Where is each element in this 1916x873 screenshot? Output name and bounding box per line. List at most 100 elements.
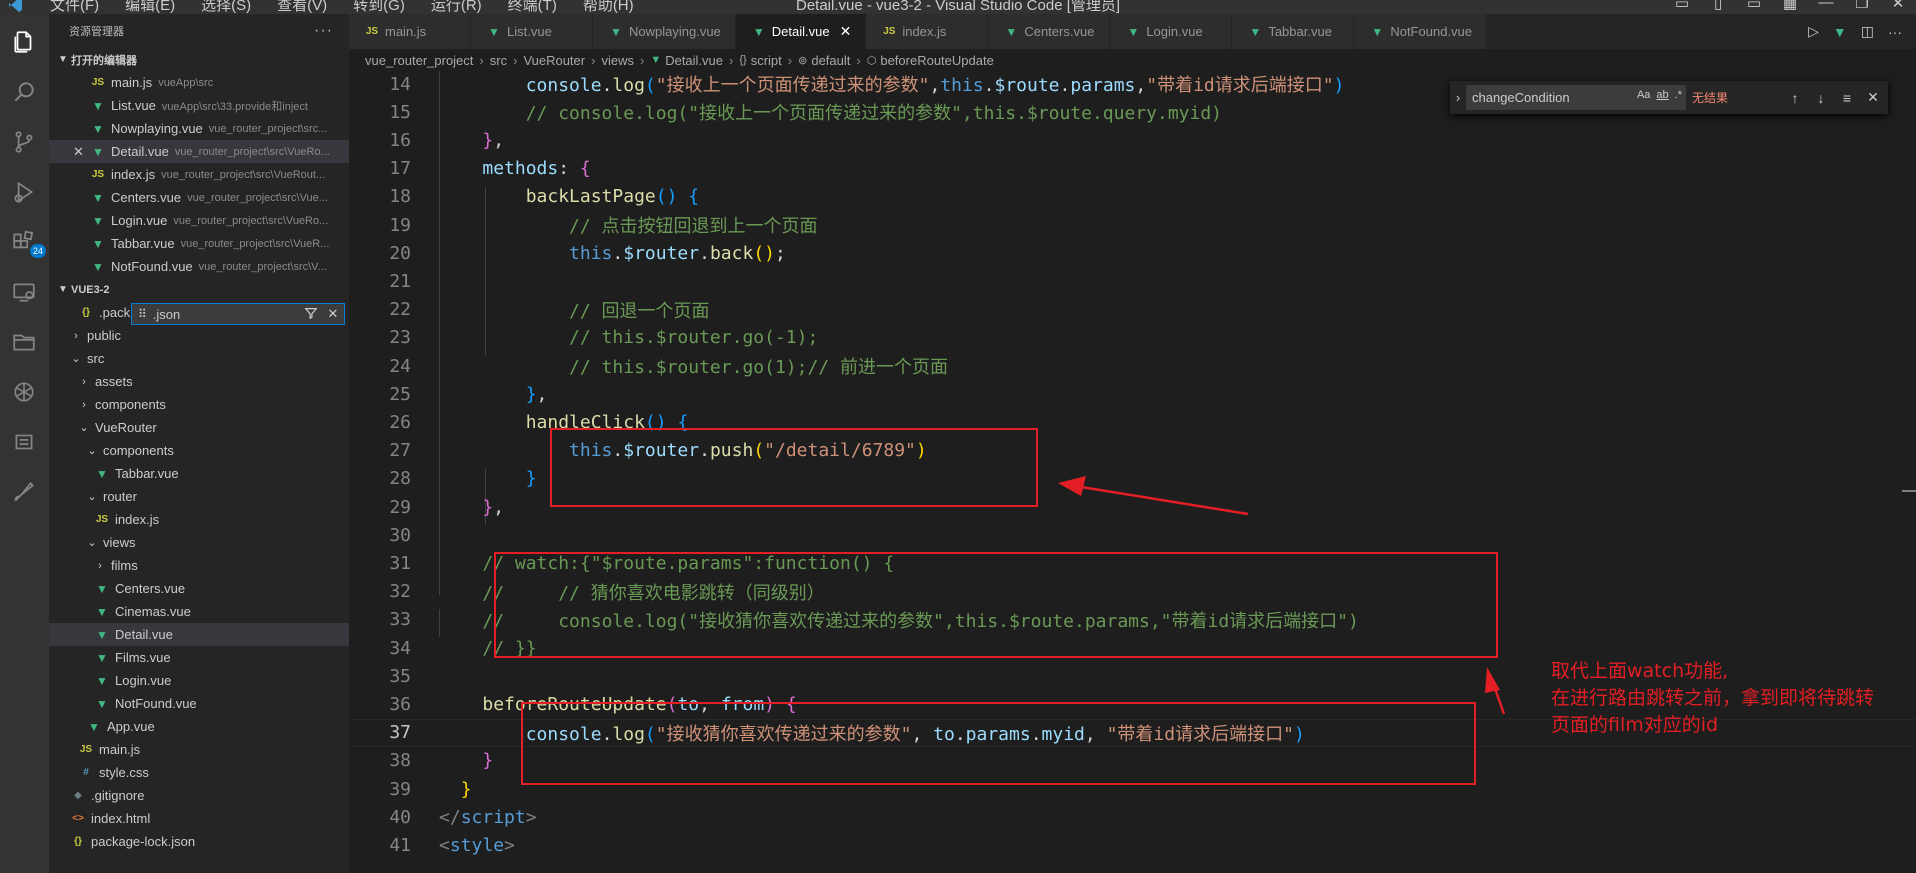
open-editors-header[interactable]: ▼ 打开的编辑器 [49,48,349,71]
remote-explorer-icon[interactable] [10,278,38,306]
open-editor-item[interactable]: ▼ Tabbar.vue vue_router_project\src\VueR..… [49,232,349,255]
code-line[interactable]: 19 // 点击按钮回退到上一个页面 [349,211,1916,239]
close-icon[interactable]: ✕ [73,144,84,160]
find-input[interactable]: changeCondition Aa ab .* [1466,85,1686,110]
scrollbar-marker[interactable] [1902,490,1916,492]
code-line[interactable]: 40 </script> [349,803,1916,831]
menu-item[interactable]: 文件(F) [50,0,99,14]
tree-item[interactable]: {} package-lock.json [49,830,349,853]
tree-item[interactable]: › components [49,393,349,416]
tree-item[interactable]: ⌄ src [49,347,349,370]
tree-item[interactable]: ⌄ components [49,439,349,462]
explorer-filter-input[interactable]: ⠿ .json ✕ [131,303,345,325]
code-line[interactable]: 23 // this.$router.go(-1); [349,324,1916,352]
tree-item-package-json[interactable]: {} .pack ⠿ .json ✕ [49,301,349,325]
brush-icon[interactable] [10,478,38,506]
tab-login-vue[interactable]: ▼ Login.vue [1110,14,1233,49]
tree-item[interactable]: ⌄ router [49,485,349,508]
open-editor-item[interactable]: JS index.js vue_router_project\src\VueRout… [49,163,349,186]
workspace-header[interactable]: ▼ VUE3-2 [49,278,349,301]
tree-item[interactable]: <> index.html [49,807,349,830]
vue-preview-icon[interactable]: ▼ [1833,24,1847,40]
toggle-replace-icon[interactable]: › [1450,90,1466,105]
close-window-button[interactable]: ✕ [1880,0,1916,12]
run-debug-icon[interactable] [10,178,38,206]
match-word-icon[interactable]: ab [1656,89,1668,101]
list-icon[interactable] [10,428,38,456]
code-line[interactable]: 41 <style> [349,831,1916,859]
extensions-icon[interactable]: 24 [10,228,46,258]
code-line[interactable]: 20 this.$router.back(); [349,239,1916,267]
code-line[interactable]: 18 backLastPage() { [349,183,1916,211]
close-icon[interactable]: ✕ [840,23,852,40]
tree-item[interactable]: › films [49,554,349,577]
code-line[interactable]: 21 [349,267,1916,295]
menu-item[interactable]: 帮助(H) [583,0,634,14]
tree-item[interactable]: # style.css [49,761,349,784]
code-line[interactable]: 22 // 回退一个页面 [349,296,1916,324]
breadcrumb-item[interactable]: views [601,53,634,68]
close-icon[interactable]: ✕ [1860,89,1886,106]
tree-item[interactable]: › public [49,324,349,347]
folder-icon[interactable] [10,328,38,356]
tree-item[interactable]: ▼ Tabbar.vue [49,462,349,485]
tree-item[interactable]: ▼ App.vue [49,715,349,738]
search-icon[interactable] [10,78,38,106]
openai-icon[interactable] [10,378,38,406]
open-editor-item[interactable]: ▼ Login.vue vue_router_project\src\VueRo..… [49,209,349,232]
open-editor-item[interactable]: JS main.js vueApp\src [49,71,349,94]
close-icon[interactable]: ✕ [322,306,344,322]
tree-item[interactable]: ▼ Detail.vue [49,623,349,646]
breadcrumb-item[interactable]: beforeRouteUpdate [880,53,993,68]
menu-item[interactable]: 编辑(E) [125,0,175,14]
customize-layout-icon[interactable]: ▦ [1772,0,1808,12]
tab-detail-vue[interactable]: ▼ Detail.vue ✕ [735,14,867,49]
menu-item[interactable]: 终端(T) [508,0,557,14]
code-line[interactable]: 24 // this.$router.go(1);// 前进一个页面 [349,352,1916,380]
source-control-icon[interactable] [10,128,38,156]
open-editor-item[interactable]: ▼ NotFound.vue vue_router_project\src\V... [49,255,349,278]
tree-item[interactable]: ▼ Films.vue [49,646,349,669]
regex-icon[interactable]: .* [1675,89,1682,101]
tree-item[interactable]: ▼ Cinemas.vue [49,600,349,623]
tab-nowplaying-vue[interactable]: ▼ Nowplaying.vue [593,14,736,49]
more-actions-icon[interactable]: ··· [314,22,333,40]
breadcrumb-item[interactable]: script [751,53,782,68]
open-editor-item[interactable]: ▼ Centers.vue vue_router_project\src\Vue..… [49,186,349,209]
tree-item[interactable]: JS main.js [49,738,349,761]
tree-item[interactable]: ▼ NotFound.vue [49,692,349,715]
tree-item[interactable]: ⌄ VueRouter [49,416,349,439]
tab-index-js[interactable]: JS index.js [866,14,989,49]
breadcrumb-item[interactable]: VueRouter [523,53,585,68]
breadcrumb-item[interactable]: default [811,53,850,68]
breadcrumb-item[interactable]: vue_router_project [365,53,473,68]
tree-item[interactable]: ▼ Centers.vue [49,577,349,600]
code-line[interactable]: 25 }, [349,380,1916,408]
next-match-icon[interactable]: ↓ [1808,90,1834,106]
tree-item[interactable]: JS index.js [49,508,349,531]
minimize-button[interactable]: — [1808,0,1844,12]
run-icon[interactable]: ▷ [1808,23,1819,40]
tab-tabbar-vue[interactable]: ▼ Tabbar.vue [1232,14,1355,49]
panel-toggle-icon[interactable]: ▭ [1736,0,1772,12]
tab-centers-vue[interactable]: ▼ Centers.vue [988,14,1111,49]
sidebar-toggle-icon[interactable]: ▯ [1700,0,1736,12]
explorer-icon[interactable] [10,28,38,56]
tree-item[interactable]: ◆ .gitignore [49,784,349,807]
tab-list-vue[interactable]: ▼ List.vue [471,14,593,49]
menu-item[interactable]: 查看(V) [277,0,327,14]
breadcrumb-item[interactable]: src [490,53,507,68]
open-editor-item[interactable]: ▼ Nowplaying.vue vue_router_project\src... [49,117,349,140]
menu-item[interactable]: 运行(R) [431,0,482,14]
breadcrumb-item[interactable]: Detail.vue [665,53,723,68]
tree-item[interactable]: ⌄ views [49,531,349,554]
code-line[interactable]: 17 methods: { [349,155,1916,183]
tree-item[interactable]: › assets [49,370,349,393]
code-line[interactable]: 16 }, [349,126,1916,154]
layout-icon[interactable]: ▭ [1664,0,1700,12]
split-editor-icon[interactable]: ◫ [1861,23,1874,40]
drag-grip-icon[interactable]: ⠿ [138,307,147,321]
open-editor-item[interactable]: ✕ ▼ Detail.vue vue_router_project\src\VueRo… [49,140,349,163]
more-actions-icon[interactable]: ··· [1888,24,1902,40]
previous-match-icon[interactable]: ↑ [1782,90,1808,106]
